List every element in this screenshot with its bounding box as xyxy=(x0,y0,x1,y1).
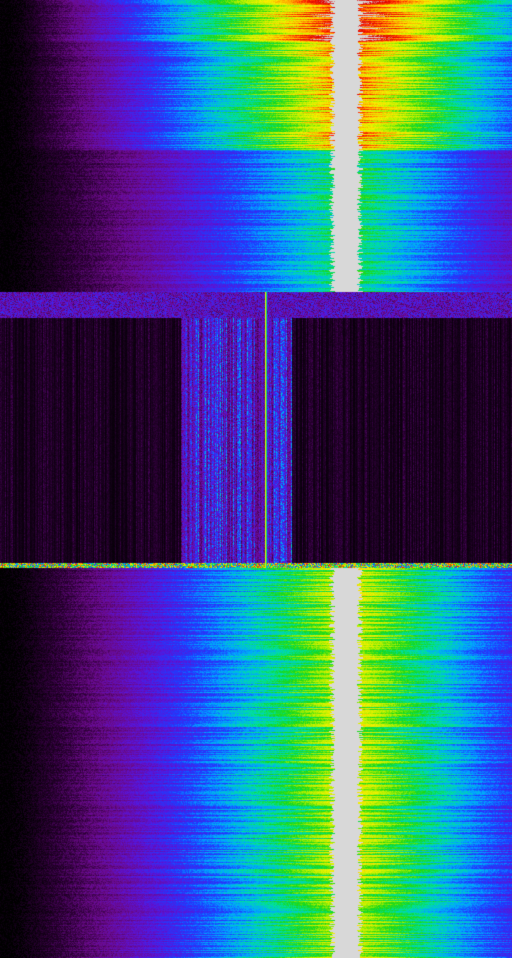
waterfall-spectrogram xyxy=(0,0,512,958)
